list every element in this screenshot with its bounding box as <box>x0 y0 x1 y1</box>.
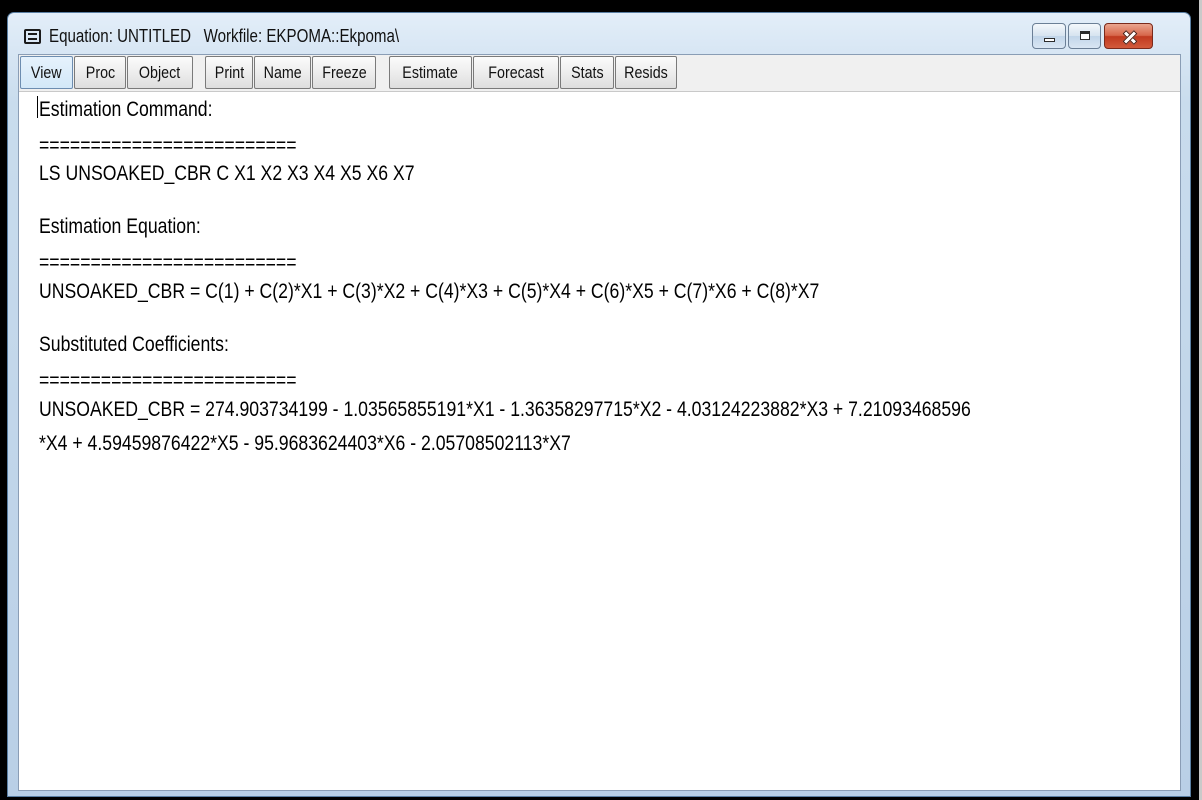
substituted-equation-line-1: UNSOAKED_CBR = 274.903734199 - 1.0356585… <box>39 398 971 421</box>
proc-button-label: Proc <box>85 63 115 82</box>
print-button-label: Print <box>214 63 244 82</box>
resids-button-label: Resids <box>624 63 668 82</box>
stats-button-label: Stats <box>570 63 604 82</box>
stats-button[interactable]: Stats <box>560 56 614 89</box>
equation-view: View Proc Object Print Name Freeze Estim… <box>18 54 1181 791</box>
separator-line: ========================= <box>39 251 297 274</box>
estimation-equation-heading: Estimation Equation: <box>39 215 201 238</box>
freeze-button-label: Freeze <box>321 63 367 82</box>
toolbar: View Proc Object Print Name Freeze Estim… <box>19 55 1180 92</box>
title-bar[interactable]: Equation: UNTITLED Workfile: EKPOMA::Ekp… <box>8 13 1190 51</box>
separator-line: ========================= <box>39 369 297 392</box>
print-button[interactable]: Print <box>205 56 253 89</box>
equation-window: Equation: UNTITLED Workfile: EKPOMA::Ekp… <box>0 0 1202 800</box>
proc-button[interactable]: Proc <box>74 56 126 89</box>
object-button-label: Object <box>139 63 181 82</box>
substituted-coefficients-heading: Substituted Coefficients: <box>39 333 229 356</box>
estimate-button[interactable]: Estimate <box>389 56 472 89</box>
name-button[interactable]: Name <box>254 56 311 89</box>
equation-text-area[interactable]: Estimation Command: ====================… <box>19 92 1180 790</box>
freeze-button[interactable]: Freeze <box>312 56 376 89</box>
window-frame: Equation: UNTITLED Workfile: EKPOMA::Ekp… <box>7 12 1191 797</box>
system-menu-icon[interactable] <box>24 29 41 44</box>
view-button-label: View <box>31 63 62 82</box>
resids-button[interactable]: Resids <box>615 56 677 89</box>
name-button-label: Name <box>263 63 302 82</box>
estimation-command-text: LS UNSOAKED_CBR C X1 X2 X3 X4 X5 X6 X7 <box>39 162 415 185</box>
substituted-equation-line-2: *X4 + 4.59459876422*X5 - 95.9683624403*X… <box>39 432 571 455</box>
maximize-button[interactable] <box>1068 23 1101 49</box>
minimize-button[interactable] <box>1032 23 1066 49</box>
view-button[interactable]: View <box>20 56 73 89</box>
forecast-button[interactable]: Forecast <box>473 56 559 89</box>
window-title: Equation: UNTITLED Workfile: EKPOMA::Ekp… <box>49 26 400 46</box>
estimate-button-label: Estimate <box>402 63 459 82</box>
text-cursor <box>37 96 38 118</box>
separator-line: ========================= <box>39 134 297 157</box>
forecast-button-label: Forecast <box>488 63 544 82</box>
object-button[interactable]: Object <box>127 56 193 89</box>
estimation-command-heading: Estimation Command: <box>39 98 213 121</box>
estimation-equation-text: UNSOAKED_CBR = C(1) + C(2)*X1 + C(3)*X2 … <box>39 280 820 303</box>
close-button[interactable] <box>1104 23 1153 49</box>
